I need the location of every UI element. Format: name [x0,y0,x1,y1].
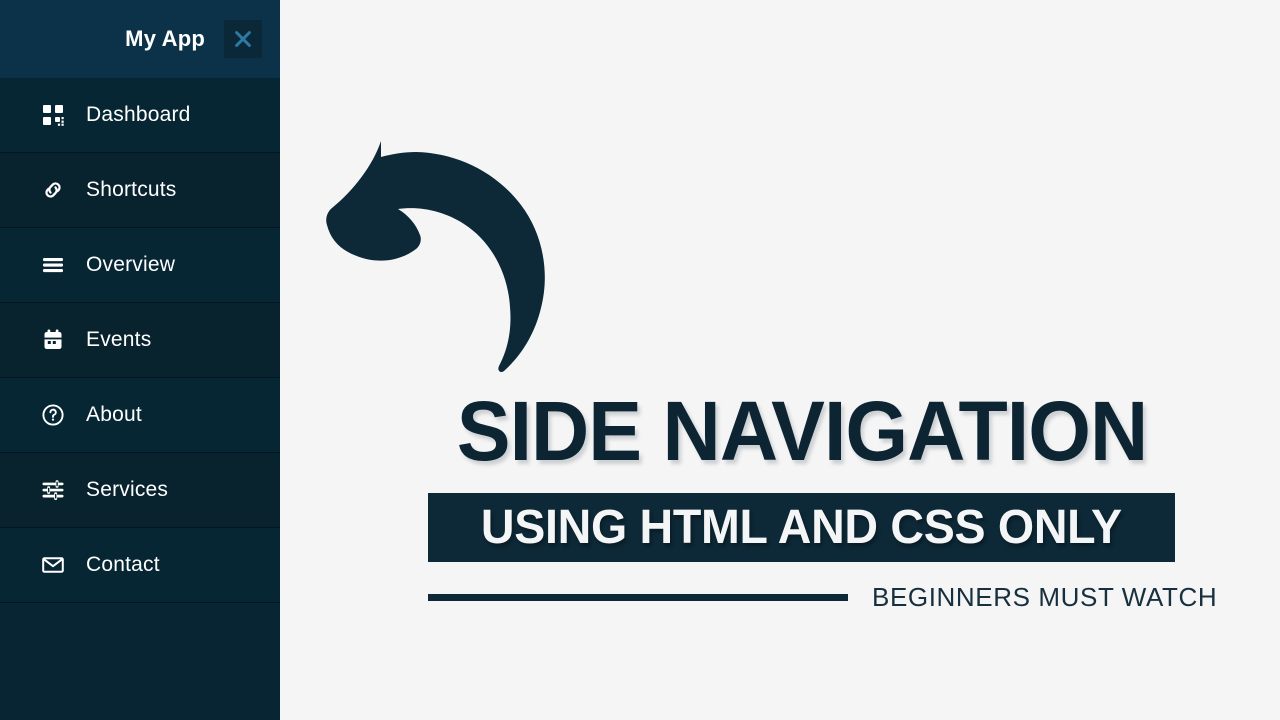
sidebar-item-shortcuts[interactable]: Shortcuts [0,153,280,228]
calendar-icon [40,327,66,353]
main-content: SIDE NAVIGATION USING HTML AND CSS ONLY … [280,0,1280,720]
curved-arrow-up-left-icon [324,128,554,378]
link-chain-icon [40,177,66,203]
sidebar-item-events[interactable]: Events [0,303,280,378]
sidebar-item-label: Shortcuts [86,178,177,201]
sidebar-item-label: Services [86,478,169,501]
footer-divider-rule [428,593,848,601]
sidebar-item-label: Dashboard [86,103,191,126]
footer-caption: BEGINNERS MUST WATCH [872,581,1218,612]
sidebar: My App Dashboard Shortcuts Overview Even… [0,0,280,720]
subtitle-banner: USING HTML AND CSS ONLY [428,493,1175,562]
sidebar-item-label: Events [86,328,152,351]
sidebar-item-overview[interactable]: Overview [0,228,280,303]
sidebar-nav-list: Dashboard Shortcuts Overview Events Abou… [0,78,280,603]
sidebar-item-about[interactable]: About [0,378,280,453]
sidebar-item-contact[interactable]: Contact [0,528,280,603]
sidebar-header: My App [0,0,280,78]
sidebar-item-dashboard[interactable]: Dashboard [0,78,280,153]
question-circle-icon [40,402,66,428]
sidebar-item-label: About [86,403,142,426]
footer-row: BEGINNERS MUST WATCH [428,580,1217,614]
sidebar-item-label: Overview [86,253,176,276]
page-title: SIDE NAVIGATION [456,384,1148,478]
close-sidebar-button[interactable] [224,20,262,58]
app-brand-title: My App [125,26,205,51]
sidebar-item-services[interactable]: Services [0,453,280,528]
close-x-icon [232,28,254,50]
sliders-tune-icon [40,477,66,503]
subtitle-text: USING HTML AND CSS ONLY [481,500,1122,554]
envelope-mail-icon [40,552,66,578]
list-lines-icon [40,252,66,278]
sidebar-item-label: Contact [86,553,160,576]
grid-dashboard-icon [40,102,66,128]
sidebar-empty-space [0,603,280,720]
